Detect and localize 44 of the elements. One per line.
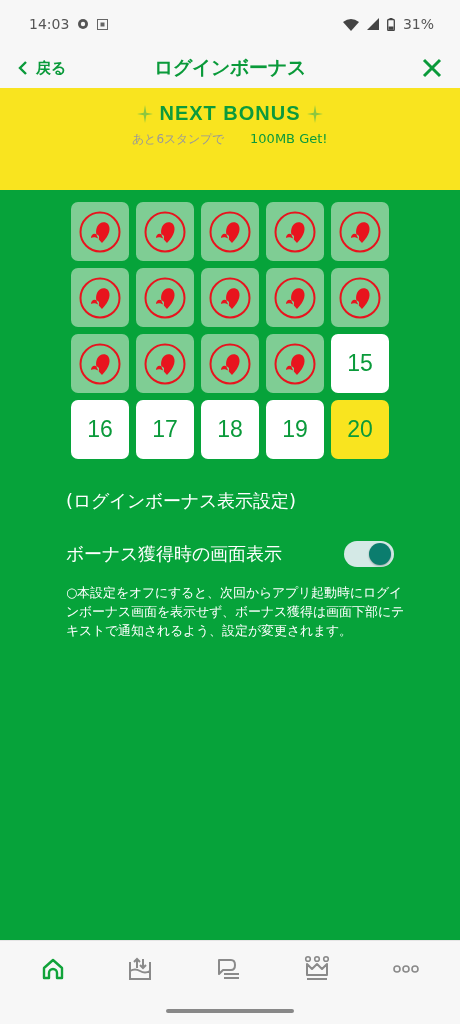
wifi-icon [342, 17, 359, 31]
heart-stamp-icon [208, 209, 252, 254]
day-cell: 17 [136, 400, 194, 459]
page-title: ログインボーナス [154, 55, 306, 80]
back-button[interactable]: 戻る [18, 58, 66, 78]
close-icon [422, 58, 442, 78]
heart-stamp-icon [273, 341, 317, 386]
bonus-title: NEXT BONUS [159, 102, 301, 125]
home-icon [41, 958, 65, 980]
chat-icon [215, 957, 241, 981]
heart-stamp-icon [273, 275, 317, 320]
heart-stamp-icon [143, 209, 187, 254]
heart-stamp-icon [338, 275, 382, 320]
goal-cell: 20 [331, 400, 389, 459]
heart-stamp-icon [208, 275, 252, 320]
day-cell: 18 [201, 400, 259, 459]
browser-icon [77, 18, 90, 30]
toggle-label: ボーナス獲得時の画面表示 [66, 542, 282, 566]
day-cell: 16 [71, 400, 129, 459]
more-icon [393, 965, 419, 973]
remaining-text: あと6スタンプで [132, 131, 225, 148]
chevron-left-icon [18, 60, 28, 76]
heart-stamp-icon [78, 275, 122, 320]
screenshot-icon [97, 18, 109, 30]
battery-level: 31% [402, 16, 434, 32]
settings-note: ○本設定をオフにすると、次回からアプリ起動時にログインボーナス画面を表示せず、ボーナス獲得は画面下部にテキストで通知されるよう、設定が変更されます。 [66, 584, 405, 640]
day-cell: 19 [266, 400, 324, 459]
heart-stamp-icon [273, 209, 317, 254]
close-button[interactable] [420, 56, 444, 80]
tray-arrows-icon [127, 956, 153, 982]
heart-stamp-icon [143, 275, 187, 320]
heart-stamp-icon [143, 341, 187, 386]
heart-stamp-icon [78, 209, 122, 254]
settings-heading: (ログインボーナス表示設定) [66, 489, 297, 513]
signal-icon [366, 18, 379, 30]
heart-stamp-icon [338, 209, 382, 254]
crown-icon [303, 955, 331, 983]
reward-text: 100MB Get! [250, 131, 328, 146]
heart-stamp-icon [208, 341, 252, 386]
status-time: 14:03 [29, 16, 70, 32]
toggle-switch[interactable] [344, 541, 394, 567]
day-cell: 15 [331, 334, 389, 393]
battery-icon [386, 17, 395, 31]
heart-stamp-icon [78, 341, 122, 386]
